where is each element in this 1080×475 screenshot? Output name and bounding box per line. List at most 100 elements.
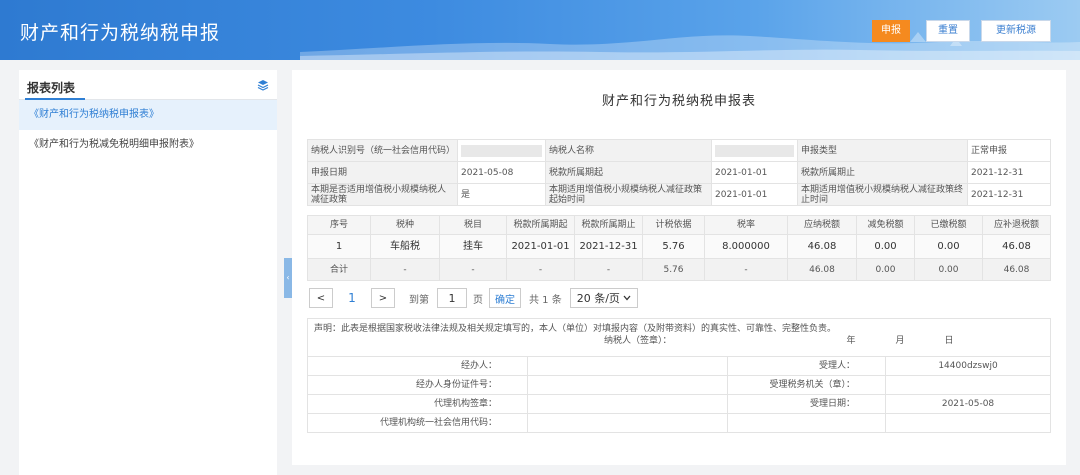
app-header: 财产和行为税纳税申报 申报 重置 更新税源	[0, 0, 1080, 60]
column-header: 税款所属期起	[506, 215, 575, 235]
table-cell: 46.08	[982, 258, 1051, 281]
reset-button[interactable]: 重置	[926, 20, 970, 42]
form-title: 财产和行为税纳税申报表	[601, 94, 756, 109]
table-cell: 1	[307, 234, 371, 259]
next-page-button[interactable]: >	[371, 288, 395, 308]
sidebar-title: 报表列表	[27, 81, 76, 95]
redacted-block	[715, 144, 794, 157]
tax-office-label: 受理税务机关（章）：	[727, 375, 886, 395]
agent-seal-label: 代理机构签章：	[307, 394, 528, 414]
empty-cell	[727, 413, 886, 433]
table-cell: 合计	[307, 258, 371, 281]
sidebar-item-tax-relief-schedule[interactable]: 《财产和行为税减免税明细申报附表》	[19, 130, 277, 160]
table-cell: -	[506, 258, 575, 281]
page-size-select[interactable]: 20 条/页	[569, 288, 638, 308]
table-cell: 2021-12-31	[574, 234, 643, 259]
table-cell: 46.08	[982, 234, 1051, 259]
taxpayer-signature-label: 纳税人（签章）：	[604, 336, 672, 346]
declare-button[interactable]: 申报	[872, 20, 910, 42]
handler-label: 经办人：	[307, 356, 528, 376]
declare-date-label: 申报日期	[307, 161, 458, 184]
column-header: 已缴税额	[914, 215, 983, 235]
current-page-number[interactable]: 1	[339, 288, 365, 308]
sidebar-item-tax-declaration-form[interactable]: 《财产和行为税纳税申报表》	[19, 100, 277, 130]
table-row[interactable]: 1 车船税 挂车 2021-01-01 2021-12-31 5.76 8.00…	[307, 234, 1051, 259]
column-header: 税率	[704, 215, 788, 235]
table-cell: 0.00	[856, 234, 915, 259]
agent-credit-code-value	[527, 413, 728, 433]
agent-seal-value	[527, 394, 728, 414]
table-cell: -	[574, 258, 643, 281]
policy-end-value: 2021-12-31	[967, 183, 1051, 206]
page-size-value: 20 条/页	[576, 292, 620, 305]
period-end-label: 税款所属期止	[797, 161, 968, 184]
handler-id-label: 经办人身份证件号：	[307, 375, 528, 395]
accept-date-label: 受理日期：	[727, 394, 886, 414]
period-start-value: 2021-01-01	[711, 161, 798, 184]
collapse-sidebar-handle[interactable]: ‹	[284, 258, 292, 298]
policy-end-label: 本期适用增值税小规模纳税人减征政策终止时间	[797, 183, 968, 206]
declaration-table: 声明：此表是根据国家税收法律法规及相关规定填写的，本人（单位）对填报内容（及附带…	[307, 318, 1051, 433]
table-cell: -	[439, 258, 507, 281]
table-cell: 挂车	[439, 234, 507, 259]
table-cell: 8.000000	[704, 234, 788, 259]
table-cell: 5.76	[642, 258, 705, 281]
update-tax-source-button[interactable]: 更新税源	[981, 20, 1051, 42]
taxpayer-name-value	[711, 139, 798, 162]
table-cell: 5.76	[642, 234, 705, 259]
column-header: 序号	[307, 215, 371, 235]
declare-date-value: 2021-05-08	[457, 161, 546, 184]
column-header: 应纳税额	[787, 215, 857, 235]
table-cell: 46.08	[787, 234, 857, 259]
declaration-statement-cell: 声明：此表是根据国家税收法律法规及相关规定填写的，本人（单位）对填报内容（及附带…	[307, 318, 1051, 357]
table-total-row: 合计 - - - - 5.76 - 46.08 0.00 0.00 46.08	[307, 258, 1051, 281]
month-label: 月	[895, 336, 905, 346]
handler-value	[527, 356, 728, 376]
chevron-down-icon	[623, 295, 631, 301]
table-cell: 0.00	[914, 234, 983, 259]
year-label: 年	[846, 336, 856, 346]
table-cell: 0.00	[856, 258, 915, 281]
tax-office-value	[885, 375, 1051, 395]
tax-detail-table: 序号 税种 税目 税款所属期起 税款所属期止 计税依据 税率 应纳税额 减免税额…	[307, 215, 1051, 281]
handler-id-value	[527, 375, 728, 395]
column-header: 减免税额	[856, 215, 915, 235]
sidebar-header: 报表列表	[19, 70, 277, 100]
period-end-value: 2021-12-31	[967, 161, 1051, 184]
goto-page-input[interactable]: 1	[437, 288, 467, 308]
main-content: 财产和行为税纳税申报表 纳税人识别号（统一社会信用代码） 纳税人名称 申报类型 …	[292, 70, 1066, 465]
taxpayer-info-table: 纳税人识别号（统一社会信用代码） 纳税人名称 申报类型 正常申报 申报日期 20…	[307, 139, 1051, 206]
policy-start-label: 本期适用增值税小规模纳税人减征政策起始时间	[545, 183, 712, 206]
declare-type-label: 申报类型	[797, 139, 968, 162]
agent-credit-code-label: 代理机构统一社会信用代码：	[307, 413, 528, 433]
small-scale-policy-label: 本期是否适用增值税小规模纳税人减征政策	[307, 183, 458, 206]
page-unit-label: 页	[473, 294, 483, 306]
column-header: 税种	[370, 215, 440, 235]
app-title: 财产和行为税纳税申报	[20, 22, 221, 44]
table-cell: 车船税	[370, 234, 440, 259]
redacted-block	[461, 144, 542, 157]
table-cell: 2021-01-01	[506, 234, 575, 259]
taxpayer-id-value	[457, 139, 546, 162]
table-cell: 46.08	[787, 258, 857, 281]
layers-icon[interactable]	[257, 79, 269, 91]
declaration-statement: 声明：此表是根据国家税收法律法规及相关规定填写的，本人（单位）对填报内容（及附带…	[314, 324, 837, 334]
column-header: 计税依据	[642, 215, 705, 235]
goto-confirm-button[interactable]: 确定	[489, 288, 521, 308]
column-header: 税款所属期止	[574, 215, 643, 235]
table-cell: 0.00	[914, 258, 983, 281]
prev-page-button[interactable]: <	[309, 288, 333, 308]
period-start-label: 税款所属期起	[545, 161, 712, 184]
table-cell: -	[704, 258, 788, 281]
accept-date-value: 2021-05-08	[885, 394, 1051, 414]
report-list-sidebar: 报表列表 《财产和行为税纳税申报表》 《财产和行为税减免税明细申报附表》	[19, 70, 277, 475]
day-label: 日	[944, 336, 954, 346]
table-header-row: 序号 税种 税目 税款所属期起 税款所属期止 计税依据 税率 应纳税额 减免税额…	[307, 215, 1051, 235]
policy-start-value: 2021-01-01	[711, 183, 798, 206]
small-scale-policy-value: 是	[457, 183, 546, 206]
column-header: 应补退税额	[982, 215, 1051, 235]
taxpayer-id-label: 纳税人识别号（统一社会信用代码）	[307, 139, 458, 162]
goto-label: 到第	[409, 294, 429, 306]
taxpayer-name-label: 纳税人名称	[545, 139, 712, 162]
receiver-value: 14400dzswj0	[885, 356, 1051, 376]
